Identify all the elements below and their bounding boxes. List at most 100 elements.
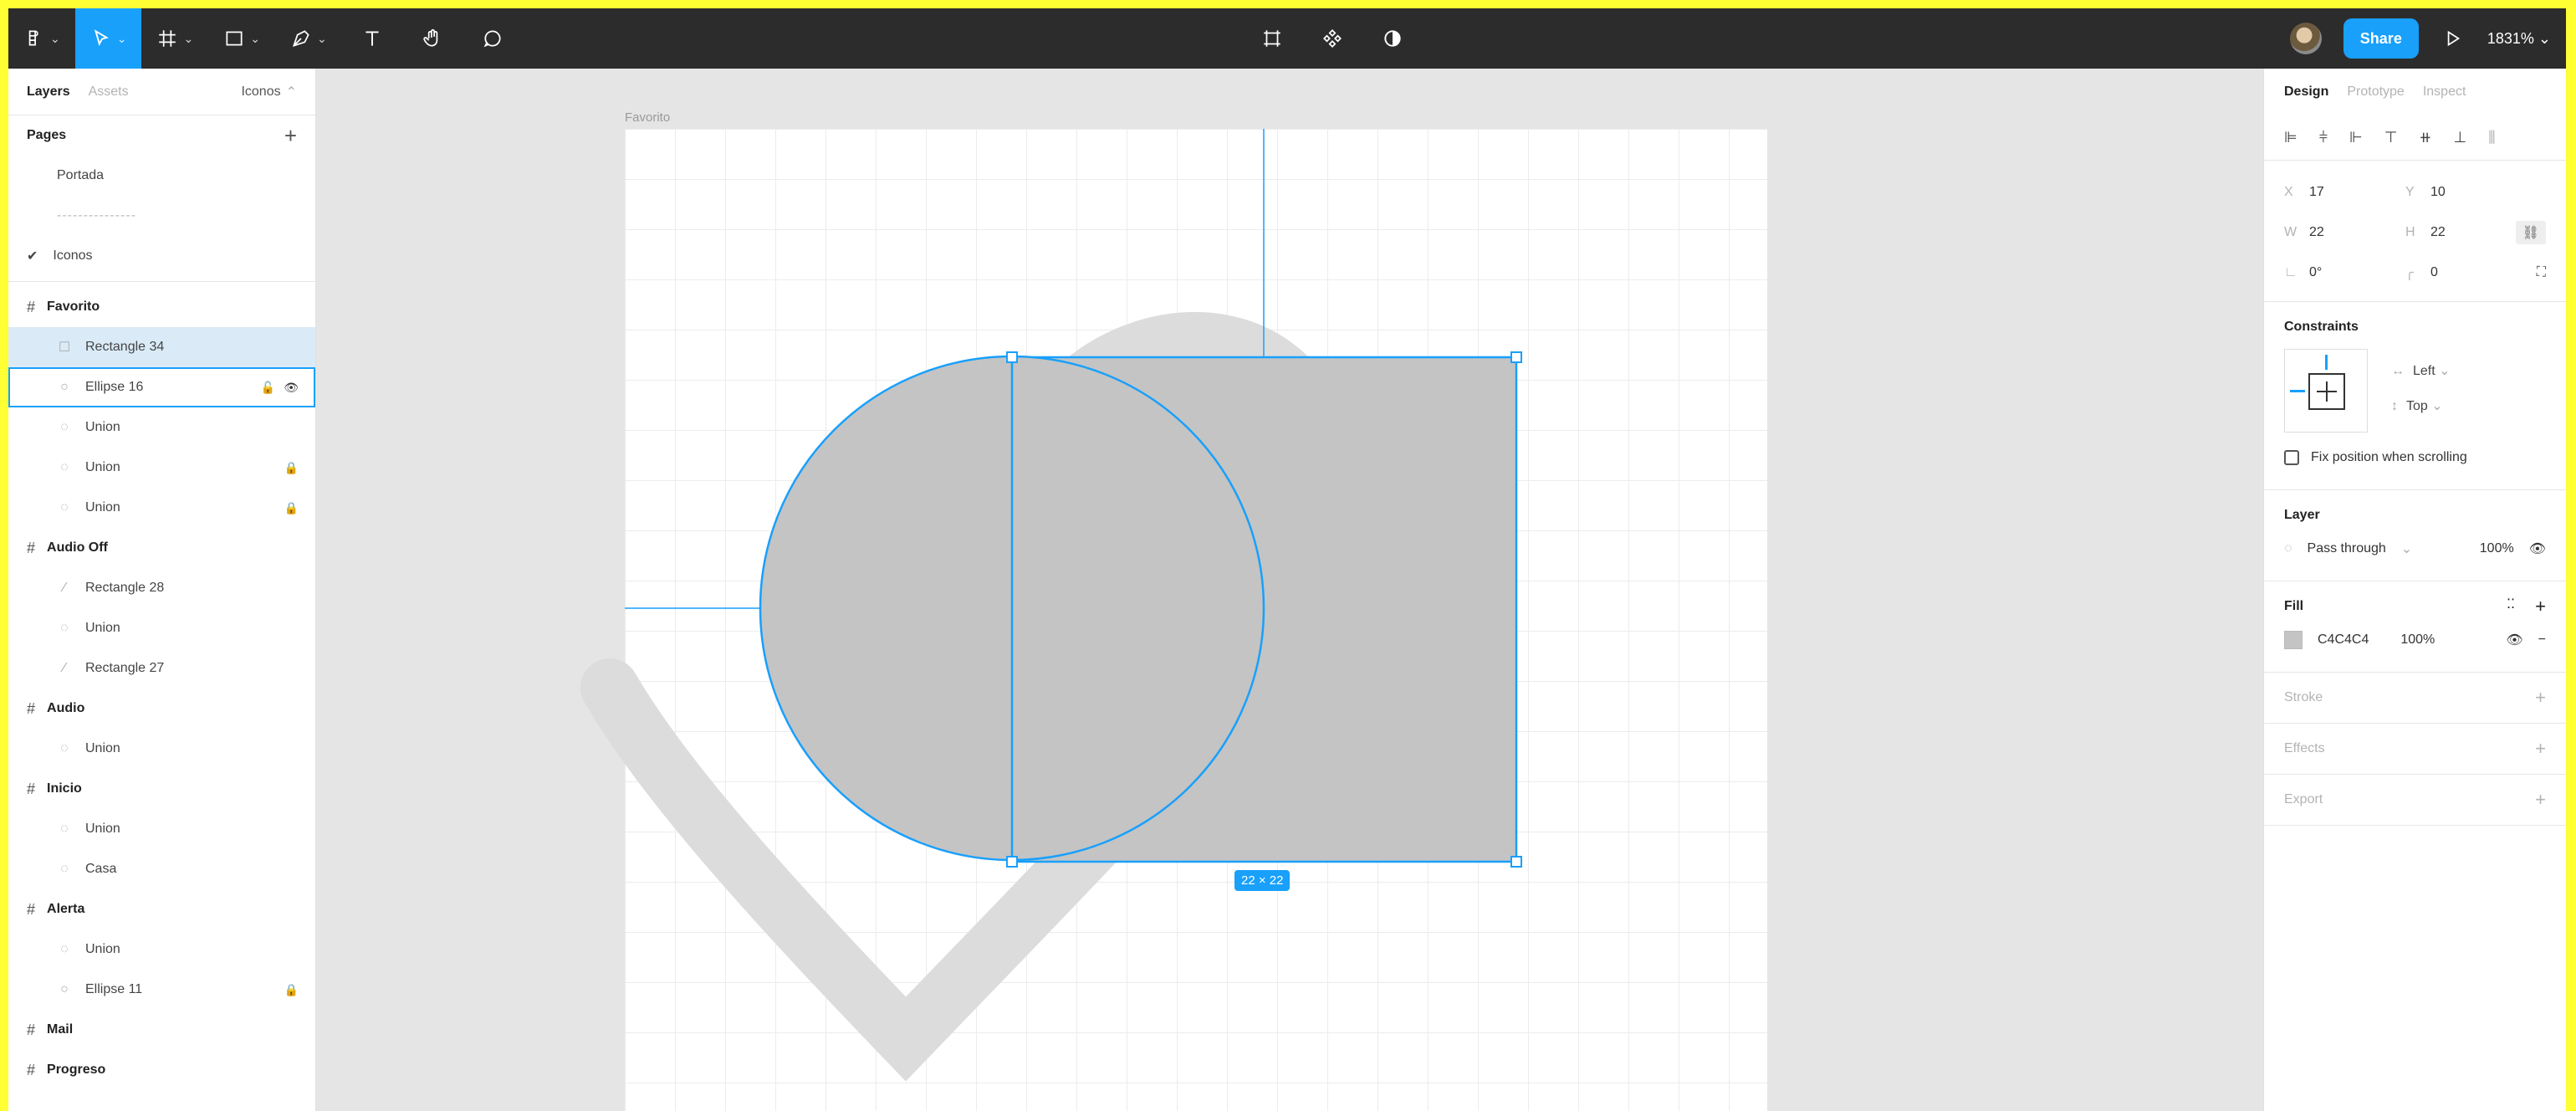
layer-row[interactable]: ◌ Union (8, 407, 315, 448)
lock-icon[interactable]: 🔒 (284, 983, 299, 997)
union-icon: ◌ (60, 500, 69, 515)
align-horizontal-center-icon[interactable]: ⫩ (2319, 129, 2328, 146)
x-field[interactable]: X 17 (2284, 185, 2405, 200)
layer-frame-row[interactable]: # Audio Off (8, 528, 315, 568)
text-tool-button[interactable] (342, 8, 402, 69)
add-fill-icon[interactable]: + (2535, 596, 2546, 617)
fix-position-row[interactable]: Fix position when scrolling (2284, 438, 2546, 478)
pen-tool-button[interactable]: ⌄ (275, 8, 342, 69)
share-button[interactable]: Share (2343, 18, 2419, 59)
independent-corners-icon[interactable]: ⛶ (2537, 265, 2546, 280)
constraint-top-tick[interactable] (2325, 355, 2328, 370)
layer-row[interactable]: ◌ Union (8, 608, 315, 648)
remove-fill-icon[interactable]: − (2538, 632, 2546, 648)
canvas[interactable]: Favorito 22 × 22 (317, 69, 2272, 1111)
horizontal-arrows-icon: ↔ (2391, 364, 2405, 378)
add-stroke-icon[interactable]: + (2535, 687, 2546, 709)
resize-handle-top-left[interactable] (1006, 351, 1018, 363)
fill-hex-value[interactable]: C4C4C4 (2318, 632, 2369, 648)
chevron-down-icon: ⌃ (285, 84, 297, 100)
style-grid-icon[interactable]: ⁚⁚ (2507, 596, 2515, 617)
vertical-constraint-dropdown[interactable]: ↕ Top ⌄ (2391, 397, 2451, 414)
move-tool-button[interactable]: ⌄ (74, 8, 142, 69)
resize-handle-bottom-right[interactable] (1510, 856, 1522, 868)
align-top-icon[interactable]: ⊤ (2384, 129, 2398, 146)
layer-row[interactable]: ⁄ Rectangle 28 (8, 568, 315, 608)
add-page-icon[interactable]: + (284, 125, 297, 146)
frame-icon: # (27, 900, 36, 918)
layer-row[interactable]: ◌ Union (8, 809, 315, 849)
user-avatar[interactable] (2289, 23, 2322, 54)
main-menu-button[interactable]: ⌄ (8, 8, 75, 69)
fill-opacity-value[interactable]: 100% (2400, 632, 2435, 648)
blend-mode-dropdown[interactable]: Pass through (2308, 541, 2386, 556)
layer-frame-row[interactable]: # Favorito (8, 287, 315, 327)
page-item-iconos[interactable]: ✔ Iconos (8, 236, 315, 276)
layer-opacity-value[interactable]: 100% (2480, 541, 2514, 556)
height-field[interactable]: H 22 (2405, 225, 2527, 240)
horizontal-constraint-dropdown[interactable]: ↔ Left ⌄ (2391, 362, 2451, 379)
layer-frame-row[interactable]: # Mail (8, 1010, 315, 1050)
layer-row[interactable]: ◌ Casa (8, 849, 315, 889)
layer-frame-row[interactable]: # Alerta (8, 889, 315, 929)
comment-tool-button[interactable] (463, 8, 523, 69)
distribute-icon[interactable]: ⫼ (2488, 129, 2495, 146)
constraints-widget[interactable] (2284, 349, 2368, 433)
y-field[interactable]: Y 10 (2405, 185, 2527, 200)
corner-radius-icon: ╭ (2405, 266, 2414, 280)
layer-row[interactable]: ☐ Rectangle 34 (8, 327, 315, 367)
layer-frame-row[interactable]: # Audio (8, 689, 315, 729)
tab-prototype[interactable]: Prototype (2347, 84, 2404, 100)
fix-position-checkbox[interactable] (2284, 450, 2299, 465)
add-export-icon[interactable]: + (2535, 789, 2546, 811)
page-item-separator[interactable]: --------------- (8, 196, 315, 236)
width-field[interactable]: W 22 (2284, 225, 2405, 240)
constraint-left-tick[interactable] (2290, 390, 2305, 392)
component-frame-button[interactable] (1255, 8, 1290, 69)
constrain-proportions-icon[interactable]: ⛓ (2515, 221, 2546, 244)
layer-frame-row[interactable]: # Progreso (8, 1050, 315, 1090)
pages-title: Pages (27, 128, 67, 142)
lock-icon[interactable]: 🔒 (284, 501, 299, 515)
mask-button[interactable] (1375, 8, 1410, 69)
fill-color-swatch[interactable] (2284, 631, 2303, 649)
layer-row[interactable]: ◌ Union (8, 729, 315, 769)
eye-icon[interactable]: 👁 (2529, 540, 2546, 557)
hand-tool-button[interactable] (402, 8, 463, 69)
lock-icon[interactable]: 🔒 (284, 461, 299, 475)
align-right-icon[interactable]: ⊩ (2349, 129, 2363, 146)
add-effect-icon[interactable]: + (2535, 738, 2546, 760)
tab-design[interactable]: Design (2284, 84, 2328, 100)
eye-icon[interactable]: 👁 (2506, 632, 2522, 648)
page-item-portada[interactable]: Portada (8, 156, 315, 196)
layer-row[interactable]: ⁄ Rectangle 27 (8, 648, 315, 689)
create-component-button[interactable] (1315, 8, 1350, 69)
effects-section: Effects + (2264, 724, 2566, 775)
align-left-icon[interactable]: ⊫ (2284, 129, 2297, 146)
page-selector[interactable]: Iconos ⌃ (241, 84, 297, 100)
present-button[interactable] (2441, 8, 2466, 69)
tab-layers[interactable]: Layers (27, 84, 70, 100)
align-bottom-icon[interactable]: ⊥ (2454, 129, 2467, 146)
layer-label: Union (85, 741, 120, 755)
layer-row[interactable]: ◌ Union (8, 929, 315, 970)
fill-title: Fill (2284, 599, 2304, 613)
layer-frame-row[interactable]: # Inicio (8, 769, 315, 809)
layer-row[interactable]: ○ Ellipse 11 🔒 (8, 970, 315, 1010)
frame-tool-button[interactable]: ⌄ (141, 8, 208, 69)
tab-assets[interactable]: Assets (89, 84, 129, 100)
rotation-field[interactable]: ∟ 0° (2284, 265, 2405, 280)
zoom-dropdown[interactable]: 1831% ⌄ (2487, 30, 2551, 48)
page-selector-label: Iconos (241, 84, 281, 99)
layer-row[interactable]: ◌ Union 🔒 (8, 488, 315, 528)
radius-field[interactable]: ╭ 0 (2405, 264, 2527, 281)
tab-inspect[interactable]: Inspect (2423, 84, 2466, 100)
resize-handle-top-right[interactable] (1510, 351, 1522, 363)
align-vertical-center-icon[interactable]: ⧺ (2419, 129, 2431, 146)
layer-row[interactable]: ◌ Union 🔒 (8, 448, 315, 488)
resize-handle-bottom-left[interactable] (1006, 856, 1018, 868)
layer-row[interactable]: ○ Ellipse 16 🔓 👁 (8, 367, 315, 407)
eye-icon[interactable]: 👁 (284, 381, 299, 395)
shape-tool-button[interactable]: ⌄ (208, 8, 275, 69)
unlock-icon[interactable]: 🔓 (261, 381, 275, 395)
